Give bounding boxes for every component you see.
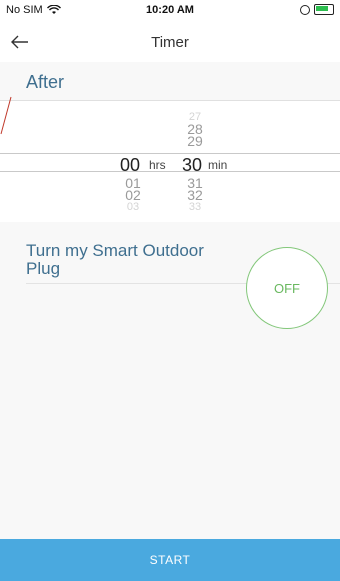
hours-option[interactable]: 02 — [118, 188, 148, 202]
hours-selected[interactable]: 00 — [120, 155, 140, 176]
hours-option[interactable]: 03 — [118, 201, 148, 213]
start-button[interactable]: START — [0, 539, 340, 581]
after-section-header: After — [0, 62, 340, 100]
minutes-option[interactable]: 29 — [180, 134, 210, 148]
status-bar: No SIM 10:20 AM — [0, 0, 340, 22]
hours-unit-label: hrs — [149, 158, 166, 172]
time-picker[interactable]: 01 02 03 00 hrs 27 28 29 31 32 33 30 min — [0, 100, 340, 224]
minutes-option[interactable]: 32 — [180, 188, 210, 202]
minutes-selected[interactable]: 30 — [182, 155, 202, 176]
turn-device-label: Turn my Smart Outdoor Plug — [26, 241, 204, 278]
battery-icon — [314, 4, 334, 15]
orientation-lock-icon — [300, 4, 310, 15]
picker-selection-band — [0, 153, 340, 172]
turn-device-section: Turn my Smart Outdoor Plug OFF — [0, 222, 340, 539]
page-title: Timer — [151, 34, 189, 51]
status-right — [300, 4, 334, 15]
power-toggle-button[interactable]: OFF — [246, 247, 328, 329]
minutes-option[interactable]: 33 — [180, 201, 210, 213]
after-label: After — [26, 72, 65, 92]
annotation-line — [0, 96, 12, 135]
minutes-unit-label: min — [208, 158, 228, 172]
nav-bar: Timer — [0, 22, 340, 63]
status-time: 10:20 AM — [146, 4, 194, 16]
